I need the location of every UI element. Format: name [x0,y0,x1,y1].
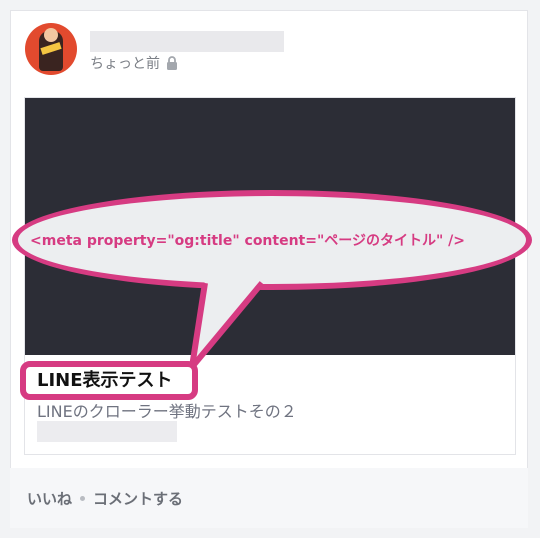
title-highlight-box [20,361,198,400]
annotation-pointer [189,280,265,369]
annotation-text: <meta property="og:title" content="ページのタ… [30,233,466,249]
